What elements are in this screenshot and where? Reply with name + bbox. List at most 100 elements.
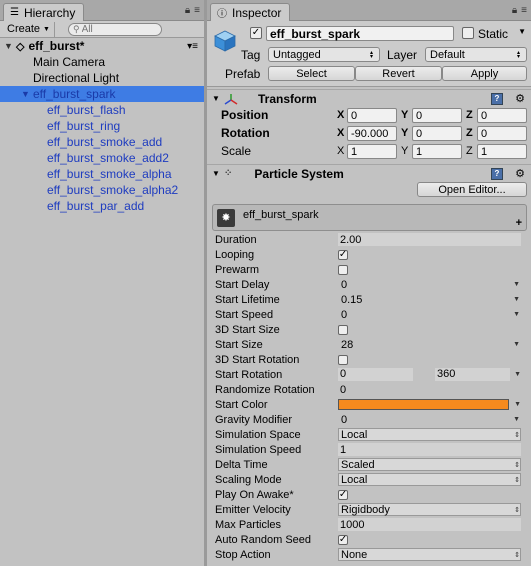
curve-dropdown-icon[interactable]: ▼ <box>514 371 521 378</box>
randomize-rotation-field[interactable]: 0 <box>338 383 521 396</box>
delta-time-dropdown[interactable]: Scaled ⇕ <box>338 458 521 471</box>
prop-label: Delta Time <box>215 458 268 471</box>
add-plus-icon[interactable]: + <box>516 217 522 229</box>
scale-y-field[interactable]: 1 <box>412 144 462 159</box>
lock-icon[interactable]: 🔒︎ <box>185 5 190 16</box>
open-editor-button[interactable]: Open Editor... <box>417 182 527 197</box>
static-dropdown-icon[interactable]: ▼ <box>518 27 526 36</box>
tree-item-child[interactable]: eff_burst_flash <box>0 102 204 118</box>
scene-menu-icon[interactable]: ▾≡ <box>187 41 198 52</box>
dropdown-updown-icon: ⇕ <box>514 476 520 484</box>
panel-menu-icon[interactable]: ≡ <box>521 5 527 16</box>
rotation-x-value: -90.000 <box>351 127 389 140</box>
start-lifetime-field[interactable]: 0.15 ▼ <box>338 293 521 306</box>
position-x-field[interactable]: 0 <box>347 108 397 123</box>
start-rotation-max-field[interactable]: 360 <box>435 368 510 381</box>
prop-label: Stop Action <box>215 548 271 561</box>
tree-item-child[interactable]: eff_burst_smoke_alpha <box>0 166 204 182</box>
tree-item-child[interactable]: eff_burst_ring <box>0 118 204 134</box>
create-button[interactable]: Create ▼ <box>3 21 55 37</box>
prefab-revert-button[interactable]: Revert <box>355 66 442 81</box>
hierarchy-tab[interactable]: ☰ Hierarchy <box>3 3 85 21</box>
scaling-mode-dropdown[interactable]: Local ⇕ <box>338 473 521 486</box>
tree-item-child[interactable]: eff_burst_par_add <box>0 198 204 214</box>
curve-dropdown-icon[interactable]: ▼ <box>514 401 521 408</box>
scale-label: Scale <box>221 144 252 158</box>
prop-label: Looping <box>215 248 255 261</box>
prefab-apply-button[interactable]: Apply <box>442 66 527 81</box>
tree-item-selected[interactable]: ▼ eff_burst_spark <box>0 86 204 102</box>
tree-item-child[interactable]: eff_burst_smoke_add <box>0 134 204 150</box>
expand-triangle-icon[interactable]: ▼ <box>21 89 33 99</box>
auto-random-seed-checkbox[interactable]: ✓ <box>338 534 348 545</box>
curve-dropdown-icon[interactable]: ▼ <box>513 296 520 303</box>
object-name-field[interactable]: eff_burst_spark <box>266 26 454 41</box>
prop-value: Local <box>341 428 368 441</box>
prewarm-checkbox[interactable] <box>338 264 348 275</box>
tree-item-child[interactable]: eff_burst_smoke_add2 <box>0 150 204 166</box>
prop-value: 0 <box>341 413 348 426</box>
z-axis-label: Z <box>466 127 473 139</box>
curve-dropdown-icon[interactable]: ▼ <box>513 281 520 288</box>
prop-value: 28 <box>341 338 354 351</box>
tree-item-child[interactable]: eff_burst_smoke_alpha2 <box>0 182 204 198</box>
help-book-icon[interactable]: ? <box>491 167 503 180</box>
dropdown-arrow-icon: ▼ <box>43 25 50 33</box>
tree-item-label: eff_burst_smoke_alpha2 <box>47 183 179 197</box>
prefab-select-button[interactable]: Select <box>268 66 355 81</box>
rotation-z-field[interactable]: 0 <box>477 126 527 141</box>
3d-start-size-checkbox[interactable] <box>338 324 348 335</box>
simulation-speed-field[interactable]: 1 <box>338 443 521 456</box>
active-checkbox[interactable]: ✓ <box>250 27 262 39</box>
lock-icon[interactable]: 🔒︎ <box>512 5 517 16</box>
layer-dropdown[interactable]: Default <box>425 47 527 62</box>
panel-menu-icon[interactable]: ≡ <box>194 5 200 16</box>
module-header[interactable]: ✸ eff_burst_spark + <box>212 204 527 231</box>
max-particles-field[interactable]: 1000 <box>338 518 521 531</box>
position-y-field[interactable]: 0 <box>412 108 462 123</box>
z-axis-label: Z <box>466 145 473 157</box>
scale-z-field[interactable]: 1 <box>477 144 527 159</box>
static-checkbox[interactable] <box>462 27 474 39</box>
simulation-space-dropdown[interactable]: Local ⇕ <box>338 428 521 441</box>
collapse-triangle-icon[interactable]: ▼ <box>212 94 224 103</box>
scale-z-value: 1 <box>481 145 488 158</box>
gravity-modifier-field[interactable]: 0 ▼ <box>338 413 521 426</box>
rotation-label: Rotation <box>221 126 270 140</box>
hierarchy-search[interactable]: ⚲ <box>68 23 162 36</box>
emitter-velocity-dropdown[interactable]: Rigidbody ⇕ <box>338 503 521 516</box>
tree-item-main-camera[interactable]: Main Camera <box>0 54 204 70</box>
3d-start-rotation-checkbox[interactable] <box>338 354 348 365</box>
component-settings-gear-icon[interactable]: ⚙︎ <box>515 167 525 180</box>
start-size-field[interactable]: 28 ▼ <box>338 338 521 351</box>
curve-dropdown-icon[interactable]: ▼ <box>513 311 520 318</box>
duration-field[interactable]: 2.00 <box>338 233 521 246</box>
start-speed-field[interactable]: 0 ▼ <box>338 308 521 321</box>
expand-triangle-icon[interactable]: ▼ <box>4 41 16 51</box>
rotation-x-field[interactable]: -90.000 <box>347 126 397 141</box>
hierarchy-search-input[interactable] <box>81 24 142 35</box>
scene-name: eff_burst* <box>28 39 85 53</box>
start-rotation-min-field[interactable]: 0 <box>338 368 413 381</box>
stop-action-dropdown[interactable]: None ⇕ <box>338 548 521 561</box>
looping-checkbox[interactable]: ✓ <box>338 249 348 260</box>
play-on-awake-checkbox[interactable]: ✓ <box>338 489 348 500</box>
tree-item-directional-light[interactable]: Directional Light <box>0 70 204 86</box>
rotation-y-field[interactable]: 0 <box>412 126 462 141</box>
curve-dropdown-icon[interactable]: ▼ <box>513 341 520 348</box>
component-settings-gear-icon[interactable]: ⚙︎ <box>515 92 525 105</box>
scene-row[interactable]: ▼ ◇ eff_burst* ▾≡ <box>0 38 204 54</box>
position-z-field[interactable]: 0 <box>477 108 527 123</box>
collapse-triangle-icon[interactable]: ▼ <box>212 169 224 178</box>
inspector-tab[interactable]: ⓘ Inspector <box>210 3 291 21</box>
tree-item-label: eff_burst_flash <box>47 103 126 117</box>
scale-x-field[interactable]: 1 <box>347 144 397 159</box>
tree-item-label: eff_burst_ring <box>47 119 121 133</box>
transform-header[interactable]: ▼ Transform ? ⚙︎ <box>207 89 531 107</box>
curve-dropdown-icon[interactable]: ▼ <box>513 416 520 423</box>
start-color-swatch[interactable] <box>338 399 509 410</box>
particle-system-header[interactable]: ▼ ⁘ Particle System ? ⚙︎ <box>207 164 531 182</box>
start-delay-field[interactable]: 0 ▼ <box>338 278 521 291</box>
help-book-icon[interactable]: ? <box>491 92 503 105</box>
tag-dropdown[interactable]: Untagged <box>268 47 380 62</box>
